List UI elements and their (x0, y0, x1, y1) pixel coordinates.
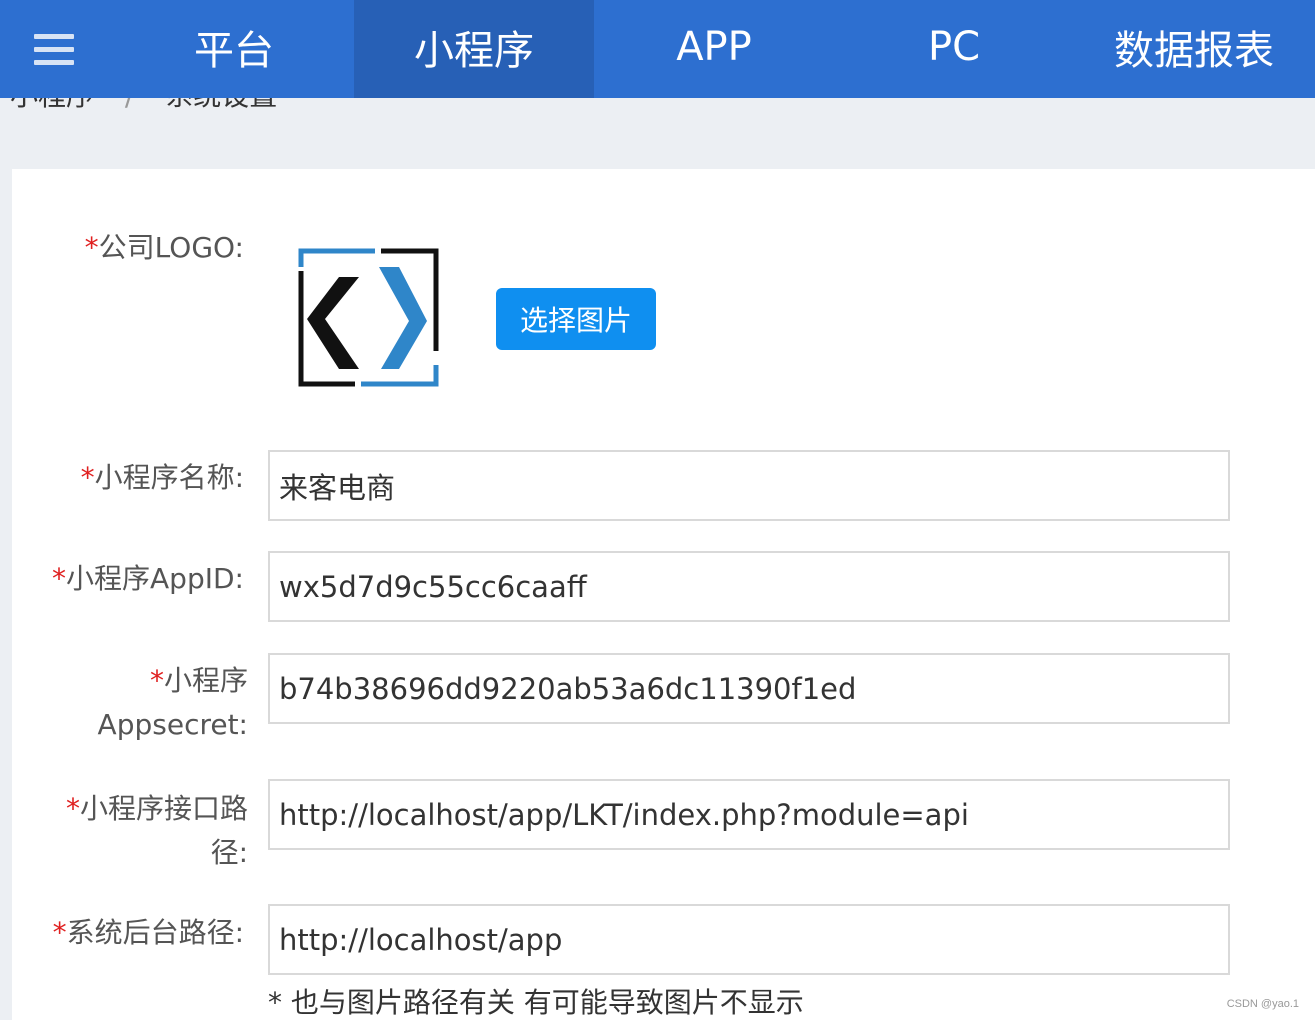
required-mark: * (52, 562, 67, 595)
appsecret-label: *小程序Appsecret: (48, 659, 248, 747)
appid-field[interactable]: wx5d7d9c55cc6caaff (268, 551, 1230, 622)
nav-item-reports[interactable]: 数据报表 (1074, 0, 1314, 98)
admin-path-label: *系统后台路径: (53, 911, 244, 955)
nav-item-platform[interactable]: 平台 (114, 0, 354, 98)
admin-path-label-text: 系统后台路径: (66, 916, 244, 949)
nav-item-pc[interactable]: PC (834, 0, 1074, 98)
appid-label: *小程序AppID: (52, 557, 244, 601)
appsecret-field[interactable]: b74b38696dd9220ab53a6dc11390f1ed (268, 653, 1230, 724)
required-mark: * (149, 664, 164, 697)
api-path-field[interactable]: http://localhost/app/LKT/index.php?modul… (268, 779, 1230, 850)
watermark: CSDN @yao.1 (1226, 998, 1299, 1010)
app-name-field[interactable]: 来客电商 (268, 450, 1230, 521)
logo-label: *公司LOGO: (85, 226, 244, 270)
logo-label-text: 公司LOGO: (98, 231, 244, 264)
choose-image-button[interactable]: 选择图片 (496, 288, 656, 350)
api-path-label: *小程序接口路径: (62, 787, 248, 875)
appid-label-text: 小程序AppID: (66, 562, 244, 595)
appsecret-label-text: 小程序Appsecret: (97, 664, 248, 741)
required-mark: * (65, 792, 80, 825)
api-path-label-text: 小程序接口路径: (79, 792, 248, 869)
nav-item-app[interactable]: APP (594, 0, 834, 98)
admin-path-field[interactable]: http://localhost/app (268, 904, 1230, 975)
path-hint-text: * 也与图片路径有关 有可能导致图片不显示 (268, 986, 804, 1019)
required-mark: * (52, 916, 67, 949)
nav-item-miniprogram[interactable]: 小程序 (354, 0, 594, 98)
app-name-label: *小程序名称: (81, 456, 244, 500)
app-name-label-text: 小程序名称: (94, 461, 244, 494)
menu-icon[interactable] (0, 0, 114, 98)
settings-panel: *公司LOGO: 选择图片 *小程序名称: 来客电商 *小程序AppID: wx… (12, 169, 1315, 1020)
top-nav: 平台 小程序 APP PC 数据报表 (0, 0, 1315, 98)
required-mark: * (80, 461, 95, 494)
company-logo-image (297, 247, 439, 389)
required-mark: * (84, 231, 99, 264)
